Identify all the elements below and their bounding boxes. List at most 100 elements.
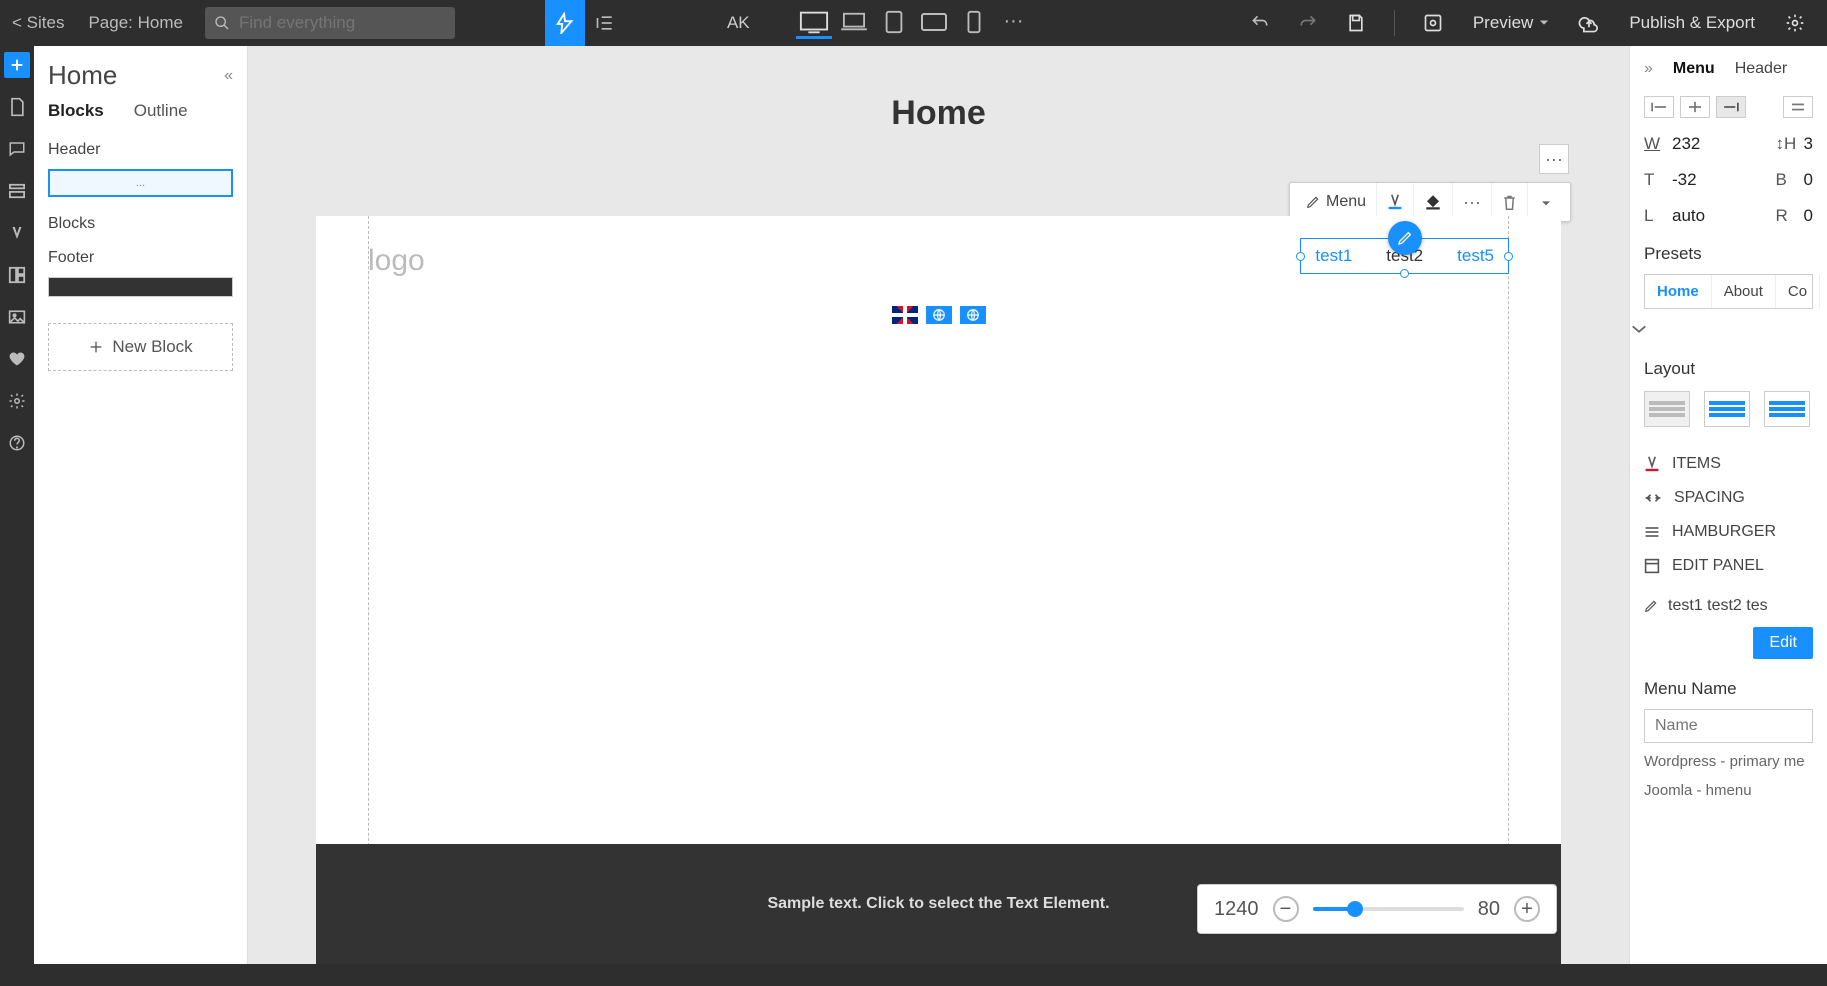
- l-value[interactable]: auto: [1672, 206, 1705, 226]
- page-more-button[interactable]: ···: [1539, 144, 1569, 174]
- resize-handle-left[interactable]: [1296, 252, 1305, 261]
- panel-collapse-button[interactable]: «: [224, 67, 233, 85]
- hamburger-icon: [1644, 525, 1660, 539]
- resize-handle-right[interactable]: [1504, 252, 1513, 261]
- r-value[interactable]: 0: [1804, 206, 1813, 226]
- section-footer-label: Footer: [42, 241, 239, 275]
- device-more-icon[interactable]: ···: [996, 7, 1032, 39]
- device-phone[interactable]: [956, 7, 992, 39]
- canvas-page-title: Home: [248, 46, 1629, 157]
- layout-icon[interactable]: [4, 262, 30, 288]
- menu-item-3[interactable]: test5: [1457, 246, 1494, 266]
- publish-button[interactable]: Publish & Export: [1617, 13, 1767, 33]
- thumb-footer[interactable]: [48, 277, 233, 297]
- save-button[interactable]: [1336, 0, 1376, 46]
- search-input[interactable]: [205, 7, 455, 39]
- flag-globe-1[interactable]: [926, 306, 952, 324]
- preview-icon[interactable]: [1413, 0, 1453, 46]
- b-label: B: [1776, 170, 1794, 190]
- props-expand-icon[interactable]: »: [1644, 60, 1653, 78]
- sections-icon[interactable]: [4, 178, 30, 204]
- add-element-button[interactable]: [4, 52, 30, 78]
- language-flags: [892, 306, 986, 324]
- align-left[interactable]: [1644, 96, 1674, 118]
- preview-button[interactable]: Preview: [1461, 13, 1561, 33]
- device-tablet-p[interactable]: [876, 7, 912, 39]
- flag-uk[interactable]: [892, 306, 918, 324]
- move-tool[interactable]: [545, 0, 585, 46]
- pages-icon[interactable]: [4, 94, 30, 120]
- device-desktop[interactable]: [796, 7, 832, 39]
- device-tablet-l[interactable]: [916, 7, 952, 39]
- selected-menu[interactable]: test1 test2 test5: [1300, 238, 1509, 274]
- rail-settings-icon[interactable]: [4, 388, 30, 414]
- resize-handle-bottom[interactable]: [1400, 269, 1409, 278]
- canvas-page[interactable]: logo test1 test2 test5: [316, 216, 1561, 866]
- spacing-row[interactable]: SPACING: [1630, 481, 1827, 515]
- thumb-header[interactable]: …: [48, 169, 233, 197]
- align-justify[interactable]: [1783, 96, 1813, 118]
- sites-link[interactable]: < Sites: [0, 0, 76, 46]
- outline-tool[interactable]: [585, 0, 625, 46]
- edit-bubble[interactable]: [1388, 221, 1422, 255]
- preset-about[interactable]: About: [1712, 275, 1776, 308]
- menu-name-input[interactable]: [1644, 709, 1813, 743]
- props-tab-menu[interactable]: Menu: [1673, 60, 1715, 78]
- edit-button[interactable]: Edit: [1753, 627, 1813, 659]
- text-color-icon: [1644, 455, 1660, 473]
- zoom-knob[interactable]: [1347, 901, 1363, 917]
- guide-left: [368, 216, 369, 866]
- items-label: ITEMS: [1672, 455, 1721, 473]
- panel-icon: [1644, 558, 1660, 574]
- flag-globe-2[interactable]: [960, 306, 986, 324]
- tab-blocks[interactable]: Blocks: [48, 101, 104, 121]
- items-row[interactable]: ITEMS: [1630, 447, 1827, 481]
- presets-expand[interactable]: [1630, 309, 1827, 349]
- spacing-label: SPACING: [1674, 489, 1745, 507]
- zoom-control: 1240 − 80 +: [1197, 884, 1557, 934]
- layout-option-3[interactable]: [1764, 391, 1810, 427]
- footer-text: Sample text. Click to select the Text El…: [767, 895, 1109, 913]
- user-badge[interactable]: AK: [715, 0, 762, 46]
- menu-item-1[interactable]: test1: [1315, 246, 1352, 266]
- hamburger-row[interactable]: HAMBURGER: [1630, 515, 1827, 549]
- layout-option-1[interactable]: [1644, 391, 1690, 427]
- ctx-menu-label: Menu: [1326, 193, 1366, 211]
- cloud-icon[interactable]: [1569, 0, 1609, 46]
- align-center[interactable]: [1680, 96, 1710, 118]
- t-value[interactable]: -32: [1672, 170, 1697, 190]
- comments-icon[interactable]: [4, 136, 30, 162]
- layout-option-2[interactable]: [1704, 391, 1750, 427]
- w-value[interactable]: 232: [1672, 134, 1700, 154]
- b-value[interactable]: 0: [1804, 170, 1813, 190]
- top-bar: < Sites Page: Home AK ··· Preview Publis…: [0, 0, 1827, 46]
- zoom-in-button[interactable]: +: [1514, 896, 1540, 922]
- image-icon[interactable]: [4, 304, 30, 330]
- globe-icon: [966, 308, 980, 322]
- favorites-icon[interactable]: [4, 346, 30, 372]
- page-breadcrumb[interactable]: Page: Home: [76, 0, 195, 46]
- new-block-button[interactable]: New Block: [48, 323, 233, 371]
- canvas[interactable]: Home ··· ··· Menu ··· logo test1 test2 t…: [248, 46, 1629, 964]
- preset-home[interactable]: Home: [1645, 275, 1712, 308]
- align-right[interactable]: [1716, 96, 1746, 118]
- help-icon[interactable]: [4, 430, 30, 456]
- panel-tabs: Blocks Outline: [42, 101, 239, 133]
- edit-panel-row[interactable]: EDIT PANEL: [1630, 549, 1827, 583]
- pencil-icon: [1306, 195, 1320, 209]
- props-tab-header[interactable]: Header: [1735, 60, 1787, 78]
- redo-button[interactable]: [1288, 0, 1328, 46]
- undo-button[interactable]: [1240, 0, 1280, 46]
- h-value[interactable]: 3: [1804, 134, 1813, 154]
- logo-text[interactable]: logo: [368, 244, 425, 278]
- search-wrap: [205, 7, 455, 39]
- zoom-slider[interactable]: [1313, 907, 1464, 911]
- hint-joomla: Joomla - hmenu: [1630, 776, 1827, 805]
- tab-outline[interactable]: Outline: [134, 101, 188, 121]
- preset-co[interactable]: Co: [1776, 275, 1820, 308]
- device-laptop[interactable]: [836, 7, 872, 39]
- zoom-out-button[interactable]: −: [1273, 896, 1299, 922]
- settings-gear-icon[interactable]: [1775, 0, 1815, 46]
- text-icon[interactable]: [4, 220, 30, 246]
- t-label: T: [1644, 170, 1662, 190]
